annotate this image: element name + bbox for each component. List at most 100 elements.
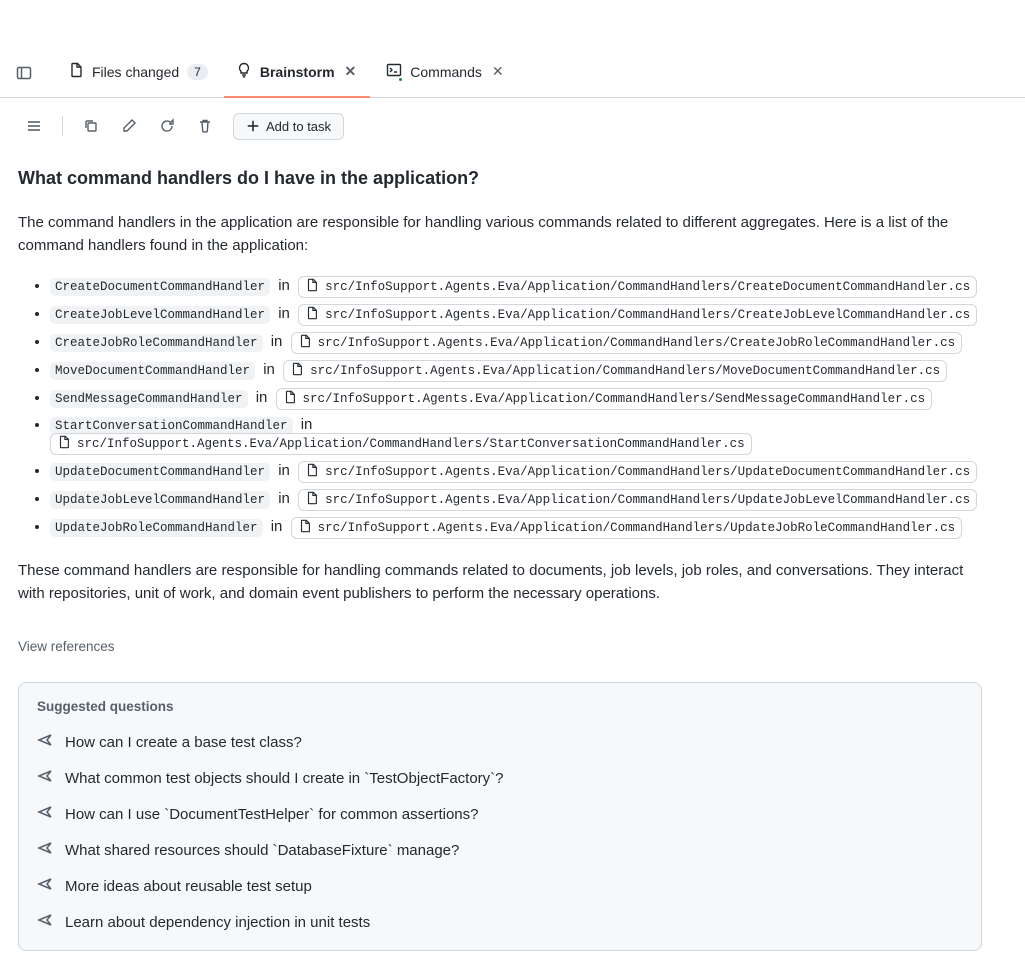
suggestion-text: How can I create a base test class? xyxy=(65,734,302,751)
outro-paragraph: These command handlers are responsible f… xyxy=(18,559,982,606)
toolbar: Add to task xyxy=(0,98,1025,154)
in-word: in xyxy=(274,277,294,294)
tab-commands[interactable]: Commands ✕ xyxy=(374,48,517,98)
handler-item: CreateDocumentCommandHandler in src/Info… xyxy=(50,276,982,298)
file-icon xyxy=(57,435,71,453)
divider xyxy=(62,116,63,136)
edit-icon[interactable] xyxy=(113,110,145,142)
handler-name: StartConversationCommandHandler xyxy=(50,417,293,435)
handler-item: CreateJobRoleCommandHandler in src/InfoS… xyxy=(50,332,982,354)
file-chip[interactable]: src/InfoSupport.Agents.Eva/Application/C… xyxy=(291,517,963,539)
file-path: src/InfoSupport.Agents.Eva/Application/C… xyxy=(318,521,956,535)
trash-icon[interactable] xyxy=(189,110,221,142)
handler-name: CreateJobLevelCommandHandler xyxy=(50,306,270,324)
main-content: What command handlers do I have in the a… xyxy=(0,168,1000,966)
refresh-icon[interactable] xyxy=(151,110,183,142)
handlers-list: CreateDocumentCommandHandler in src/Info… xyxy=(18,276,982,539)
send-icon xyxy=(37,804,53,824)
send-icon xyxy=(37,732,53,752)
tab-bar: Files changed 7 Brainstorm ✕ Commands ✕ xyxy=(0,48,1025,98)
file-path: src/InfoSupport.Agents.Eva/Application/C… xyxy=(318,336,956,350)
file-path: src/InfoSupport.Agents.Eva/Application/C… xyxy=(325,280,970,294)
lightbulb-icon xyxy=(236,62,252,81)
tab-label: Commands xyxy=(410,64,482,80)
suggestion-text: What common test objects should I create… xyxy=(65,770,504,787)
file-chip[interactable]: src/InfoSupport.Agents.Eva/Application/C… xyxy=(298,489,977,511)
handler-name: UpdateDocumentCommandHandler xyxy=(50,463,270,481)
suggestion-text: Learn about dependency injection in unit… xyxy=(65,914,370,931)
handler-item: UpdateJobLevelCommandHandler in src/Info… xyxy=(50,489,982,511)
file-chip[interactable]: src/InfoSupport.Agents.Eva/Application/C… xyxy=(298,276,977,298)
file-icon xyxy=(68,62,84,81)
file-path: src/InfoSupport.Agents.Eva/Application/C… xyxy=(310,364,940,378)
handler-name: UpdateJobLevelCommandHandler xyxy=(50,491,270,509)
file-icon xyxy=(283,390,297,408)
suggestion-item[interactable]: How can I create a base test class? xyxy=(37,724,963,760)
suggestion-text: How can I use `DocumentTestHelper` for c… xyxy=(65,806,479,823)
file-path: src/InfoSupport.Agents.Eva/Application/C… xyxy=(77,437,745,451)
copy-icon[interactable] xyxy=(75,110,107,142)
in-word: in xyxy=(274,462,294,479)
menu-icon[interactable] xyxy=(18,110,50,142)
close-icon[interactable]: ✕ xyxy=(343,61,359,82)
in-word: in xyxy=(259,361,279,378)
file-chip[interactable]: src/InfoSupport.Agents.Eva/Application/C… xyxy=(276,388,933,410)
file-icon xyxy=(305,306,319,324)
tab-label: Brainstorm xyxy=(260,64,335,80)
handler-name: CreateDocumentCommandHandler xyxy=(50,278,270,296)
handler-item: StartConversationCommandHandler in src/I… xyxy=(50,416,982,455)
in-word: in xyxy=(267,333,287,350)
file-path: src/InfoSupport.Agents.Eva/Application/C… xyxy=(325,308,970,322)
send-icon xyxy=(37,876,53,896)
tab-brainstorm[interactable]: Brainstorm ✕ xyxy=(224,48,370,98)
file-chip[interactable]: src/InfoSupport.Agents.Eva/Application/C… xyxy=(50,433,752,455)
in-word: in xyxy=(297,416,313,433)
file-icon xyxy=(305,278,319,296)
file-chip[interactable]: src/InfoSupport.Agents.Eva/Application/C… xyxy=(298,304,977,326)
in-word: in xyxy=(252,389,272,406)
send-icon xyxy=(37,840,53,860)
suggestion-item[interactable]: How can I use `DocumentTestHelper` for c… xyxy=(37,796,963,832)
suggestion-text: More ideas about reusable test setup xyxy=(65,878,312,895)
question-heading: What command handlers do I have in the a… xyxy=(18,168,982,189)
send-icon xyxy=(37,912,53,932)
file-path: src/InfoSupport.Agents.Eva/Application/C… xyxy=(325,465,970,479)
handler-item: UpdateDocumentCommandHandler in src/Info… xyxy=(50,461,982,483)
tab-files-changed[interactable]: Files changed 7 xyxy=(56,48,220,98)
suggestion-item[interactable]: What shared resources should `DatabaseFi… xyxy=(37,832,963,868)
suggestions-title: Suggested questions xyxy=(37,699,963,714)
file-chip[interactable]: src/InfoSupport.Agents.Eva/Application/C… xyxy=(283,360,947,382)
intro-paragraph: The command handlers in the application … xyxy=(18,211,982,258)
suggestion-item[interactable]: What common test objects should I create… xyxy=(37,760,963,796)
handler-item: CreateJobLevelCommandHandler in src/Info… xyxy=(50,304,982,326)
handler-item: SendMessageCommandHandler in src/InfoSup… xyxy=(50,388,982,410)
suggestion-item[interactable]: Learn about dependency injection in unit… xyxy=(37,904,963,940)
handler-name: CreateJobRoleCommandHandler xyxy=(50,334,263,352)
file-chip[interactable]: src/InfoSupport.Agents.Eva/Application/C… xyxy=(298,461,977,483)
handler-name: MoveDocumentCommandHandler xyxy=(50,362,255,380)
in-word: in xyxy=(274,305,294,322)
button-label: Add to task xyxy=(266,119,331,134)
add-to-task-button[interactable]: Add to task xyxy=(233,113,344,140)
suggestion-item[interactable]: More ideas about reusable test setup xyxy=(37,868,963,904)
file-chip[interactable]: src/InfoSupport.Agents.Eva/Application/C… xyxy=(291,332,963,354)
handler-item: MoveDocumentCommandHandler in src/InfoSu… xyxy=(50,360,982,382)
suggested-questions-panel: Suggested questions How can I create a b… xyxy=(18,682,982,951)
file-icon xyxy=(305,491,319,509)
file-path: src/InfoSupport.Agents.Eva/Application/C… xyxy=(303,392,926,406)
file-icon xyxy=(298,519,312,537)
handler-name: SendMessageCommandHandler xyxy=(50,390,248,408)
files-changed-count: 7 xyxy=(187,64,208,80)
handler-item: UpdateJobRoleCommandHandler in src/InfoS… xyxy=(50,517,982,539)
file-icon xyxy=(290,362,304,380)
file-icon xyxy=(305,463,319,481)
panel-left-icon[interactable] xyxy=(8,57,40,89)
view-references-link[interactable]: View references xyxy=(18,639,115,654)
file-icon xyxy=(298,334,312,352)
file-path: src/InfoSupport.Agents.Eva/Application/C… xyxy=(325,493,970,507)
in-word: in xyxy=(274,490,294,507)
tab-label: Files changed xyxy=(92,64,179,80)
close-icon[interactable]: ✕ xyxy=(490,61,506,82)
suggestion-text: What shared resources should `DatabaseFi… xyxy=(65,842,459,859)
terminal-icon xyxy=(386,62,402,81)
